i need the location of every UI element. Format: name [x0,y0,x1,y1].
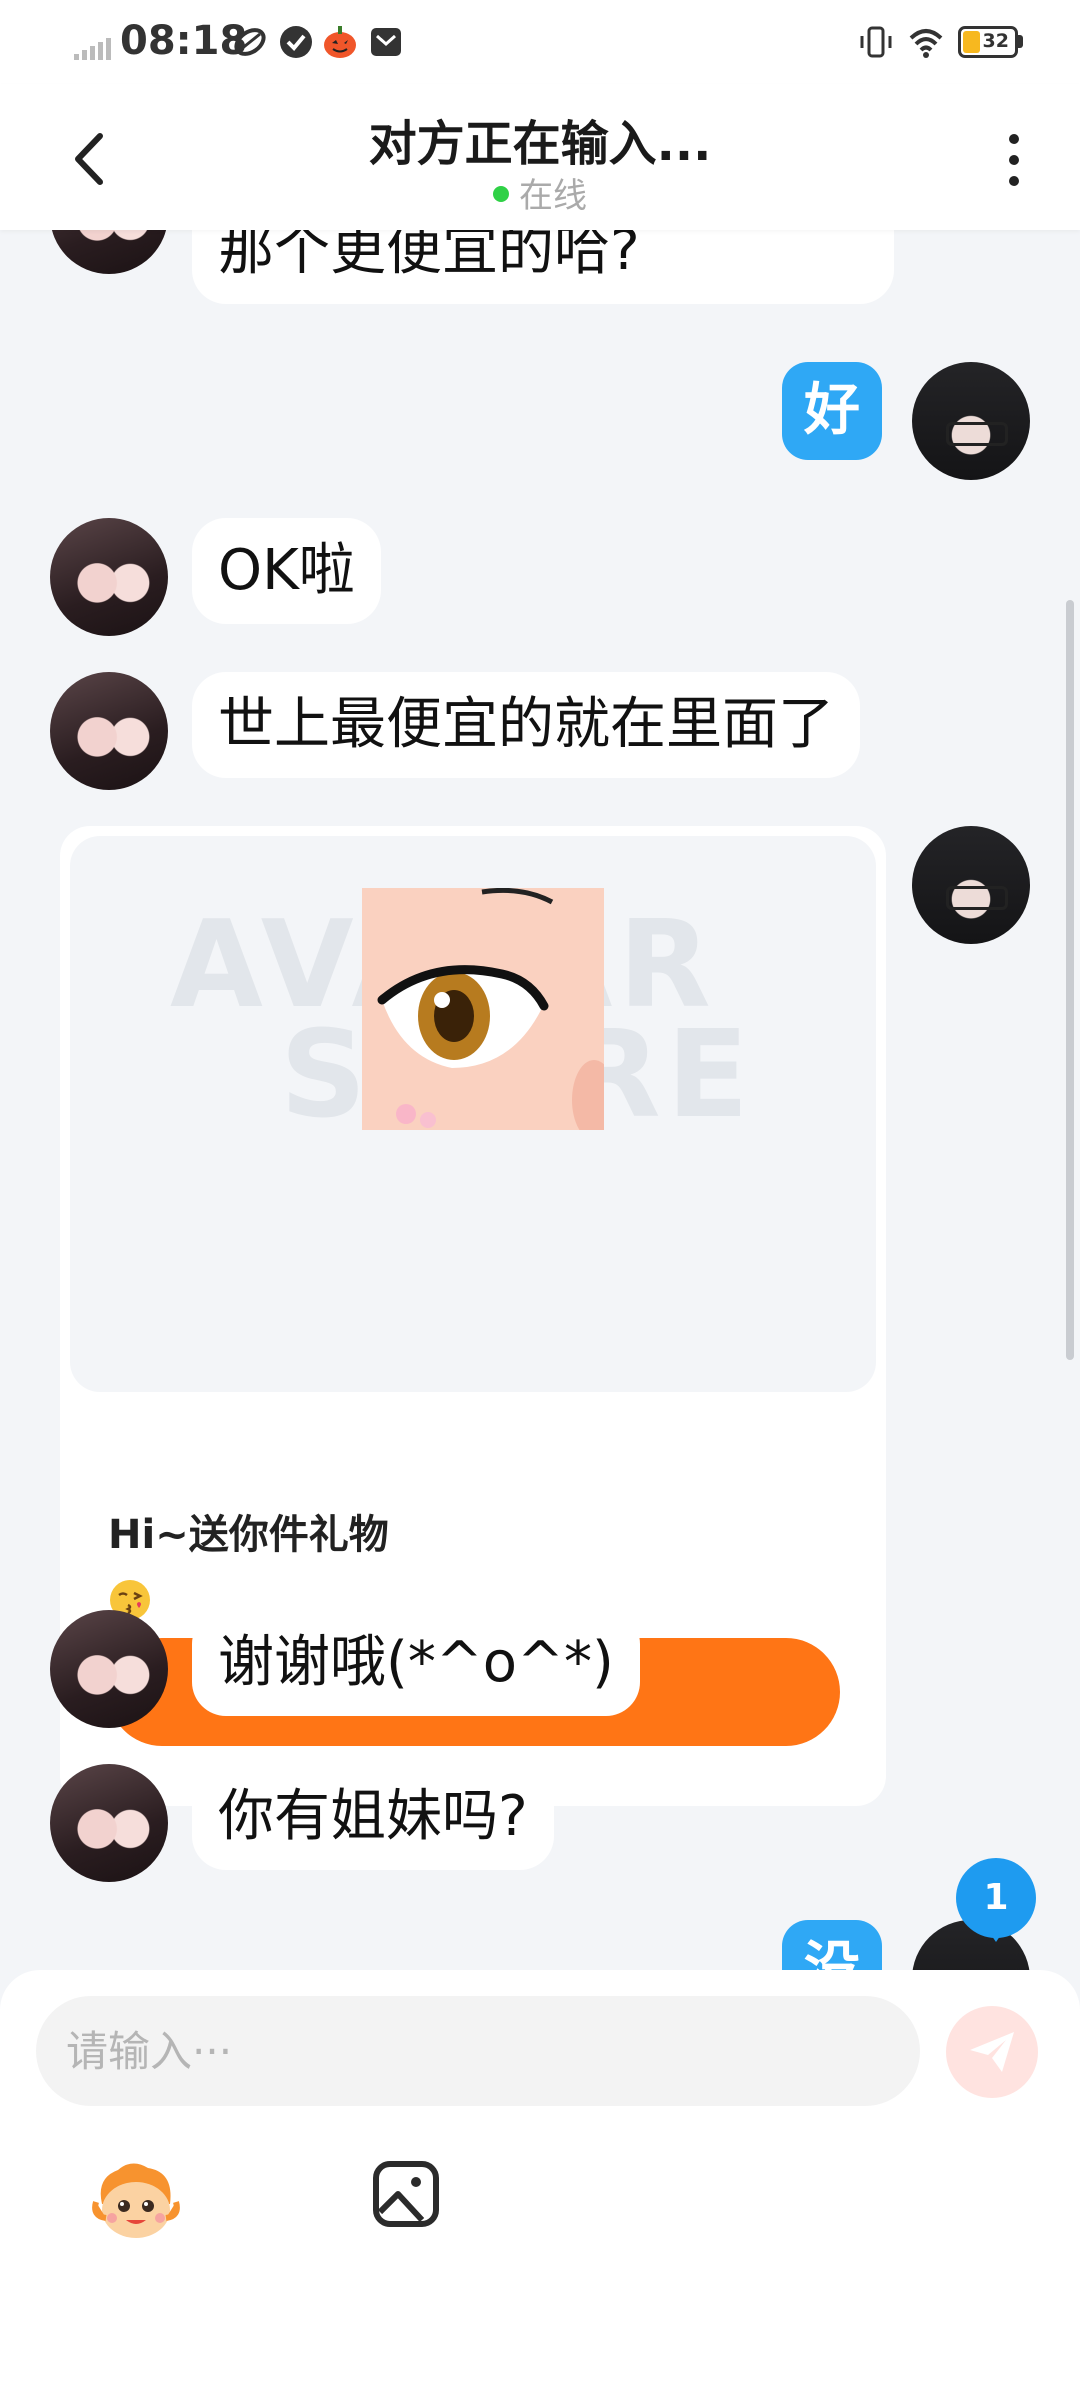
message-text: 那个更便宜的哈? [218,230,640,283]
status-bar: 08:18 32 [0,0,1080,84]
message-bubble[interactable]: 那个更便宜的哈? [192,230,894,304]
send-button[interactable] [946,2006,1038,2098]
message-bubble[interactable]: OK啦 [192,518,381,624]
gift-title: Hi~送你件礼物 [108,1512,389,1558]
message-text: 没 [804,1936,860,1970]
my-avatar[interactable] [912,826,1030,944]
contact-avatar[interactable] [50,1610,168,1728]
signal-icon [74,38,111,60]
contact-avatar[interactable] [50,518,168,636]
chat-header: 对方正在输入... 在线 [0,84,1080,230]
vibrate-icon [860,26,892,58]
my-message-bubble[interactable]: 没 [782,1920,882,1970]
status-time: 08:18 [120,18,248,64]
my-message-bubble[interactable]: 好 [782,362,882,460]
leaf-icon [234,28,266,56]
check-icon [280,26,312,58]
contact-avatar[interactable] [50,672,168,790]
message-text: OK啦 [218,538,355,603]
battery-tip [1018,35,1023,48]
chat-title: 对方正在输入... [368,116,712,172]
mail-icon [371,28,401,56]
image-icon[interactable] [372,2160,440,2228]
battery-level: 32 [982,30,1009,52]
online-status-label: 在线 [519,176,587,216]
pumpkin-icon [324,26,356,58]
send-icon [970,2032,1014,2072]
mascot-emoji-icon[interactable] [92,2158,180,2244]
contact-avatar[interactable] [50,1764,168,1882]
online-status: 在线 [0,168,1080,217]
gift-thumbnail [362,888,604,1130]
message-text: 世上最便宜的就在里面了 [218,692,834,757]
chat-messages[interactable]: 那个更便宜的哈? 好 OK啦 世上最便宜的就在里面了 AVATAR STORE [0,230,1080,1970]
chat-scrollbar[interactable] [1066,600,1074,1360]
online-dot [493,185,509,202]
gift-image[interactable]: AVATAR STORE [70,836,876,1392]
message-text: 谢谢哦(*^o^*) [218,1630,614,1695]
message-text: 你有姐妹吗? [218,1784,528,1849]
composer-panel [0,1970,1080,2408]
message-bubble[interactable]: 你有姐妹吗? [192,1764,554,1870]
wifi-icon [909,29,943,58]
contact-avatar[interactable] [50,230,168,274]
more-options-button[interactable] [996,128,1032,192]
message-text: 好 [804,378,860,443]
message-bubble[interactable]: 世上最便宜的就在里面了 [192,672,860,778]
my-avatar[interactable] [912,362,1030,480]
unread-badge-tail [985,1926,1007,1942]
battery-icon: 32 [958,26,1018,58]
message-bubble[interactable]: 谢谢哦(*^o^*) [192,1610,640,1716]
message-input[interactable] [36,1996,920,2106]
